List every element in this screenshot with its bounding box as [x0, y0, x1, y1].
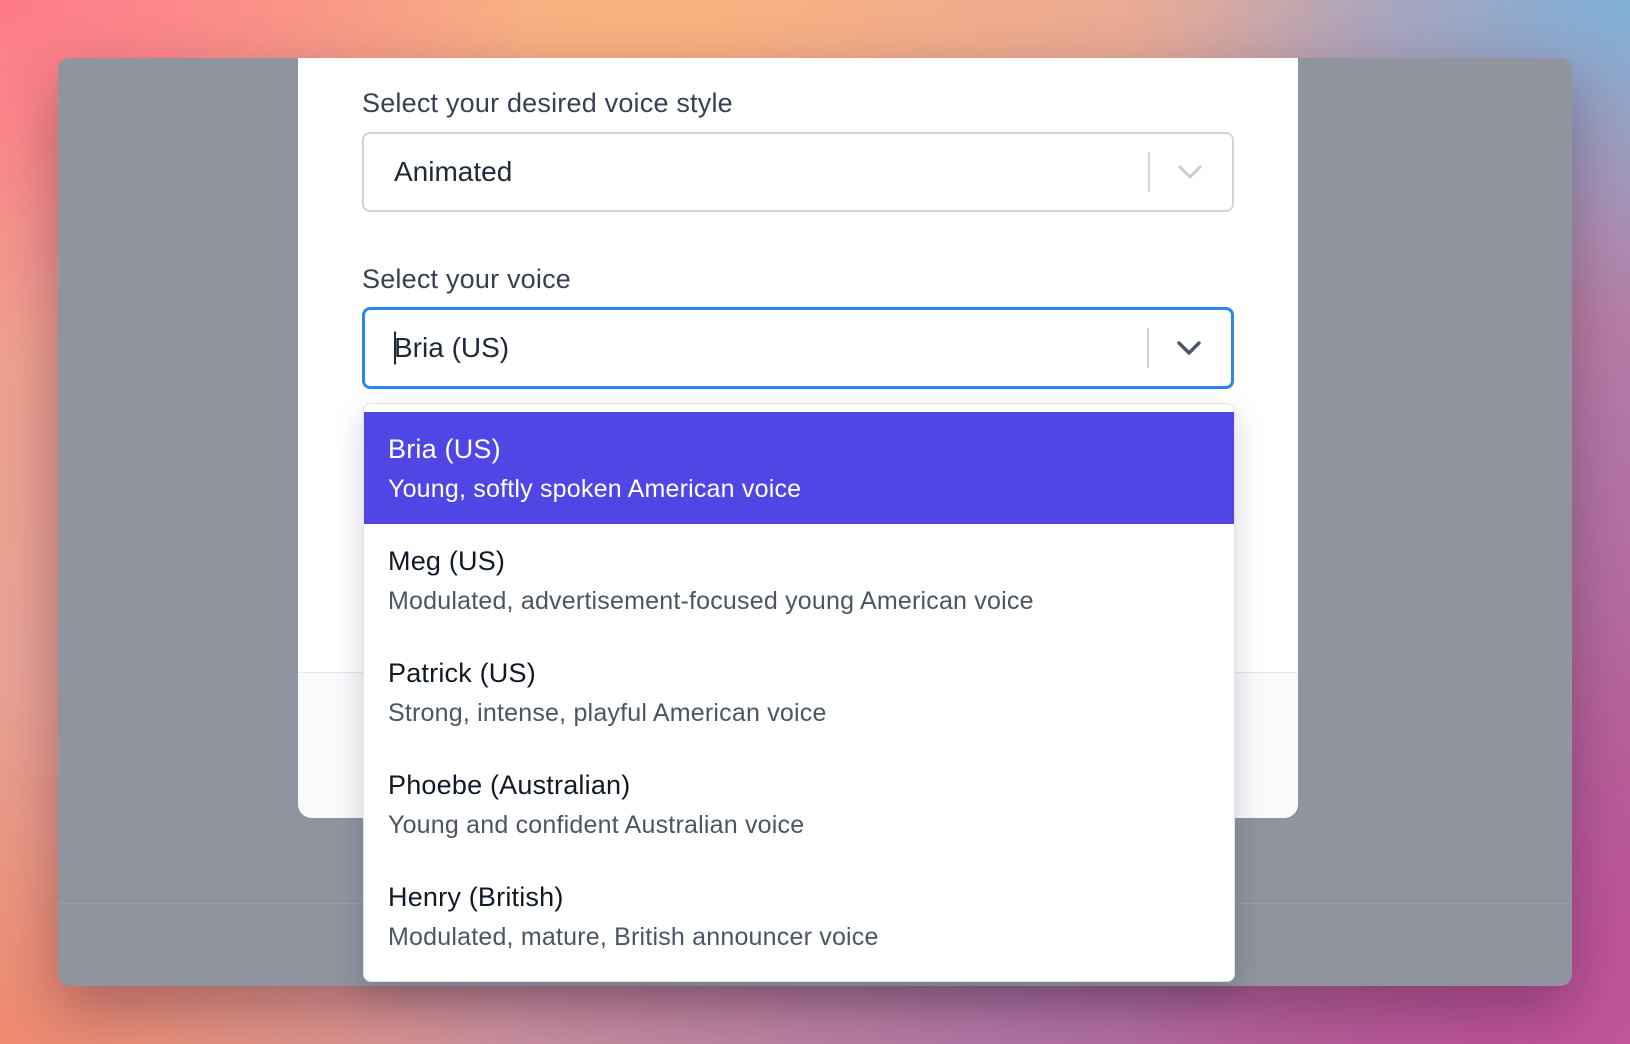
chevron-down-icon[interactable] — [1168, 150, 1212, 194]
option-description: Modulated, mature, British announcer voi… — [388, 923, 879, 951]
option-description: Strong, intense, playful American voice — [388, 699, 827, 727]
voice-style-select[interactable]: Animated — [362, 132, 1234, 212]
voice-style-value: Animated — [394, 156, 513, 187]
voice-value[interactable]: Bria (US) — [394, 332, 509, 364]
option-description: Modulated, advertisement-focused young A… — [388, 587, 1034, 615]
voice-option-henry[interactable]: Henry (British) Modulated, mature, Briti… — [364, 860, 1234, 972]
select-separator — [1147, 328, 1149, 368]
voice-option-patrick[interactable]: Patrick (US) Strong, intense, playful Am… — [364, 636, 1234, 748]
select-separator — [1148, 152, 1150, 192]
voice-label: Select your voice — [362, 264, 571, 294]
option-name: Henry (British) — [388, 882, 564, 912]
option-name: Meg (US) — [388, 546, 506, 576]
option-name: Bria (US) — [388, 434, 501, 464]
voice-options-list: Bria (US) Young, softly spoken American … — [364, 412, 1234, 972]
voice-dropdown-menu: Bria (US) Young, softly spoken American … — [363, 403, 1235, 982]
chevron-down-icon[interactable] — [1167, 326, 1211, 370]
voice-style-label: Select your desired voice style — [362, 88, 733, 118]
option-name: Phoebe (Australian) — [388, 770, 631, 800]
option-description: Young, softly spoken American voice — [388, 475, 802, 503]
voice-option-phoebe[interactable]: Phoebe (Australian) Young and confident … — [364, 748, 1234, 860]
voice-option-meg[interactable]: Meg (US) Modulated, advertisement-focuse… — [364, 524, 1234, 636]
voice-option-bria[interactable]: Bria (US) Young, softly spoken American … — [364, 412, 1234, 524]
option-description: Young and confident Australian voice — [388, 811, 805, 839]
option-name: Patrick (US) — [388, 658, 536, 688]
voice-select[interactable]: Bria (US) — [362, 307, 1234, 389]
